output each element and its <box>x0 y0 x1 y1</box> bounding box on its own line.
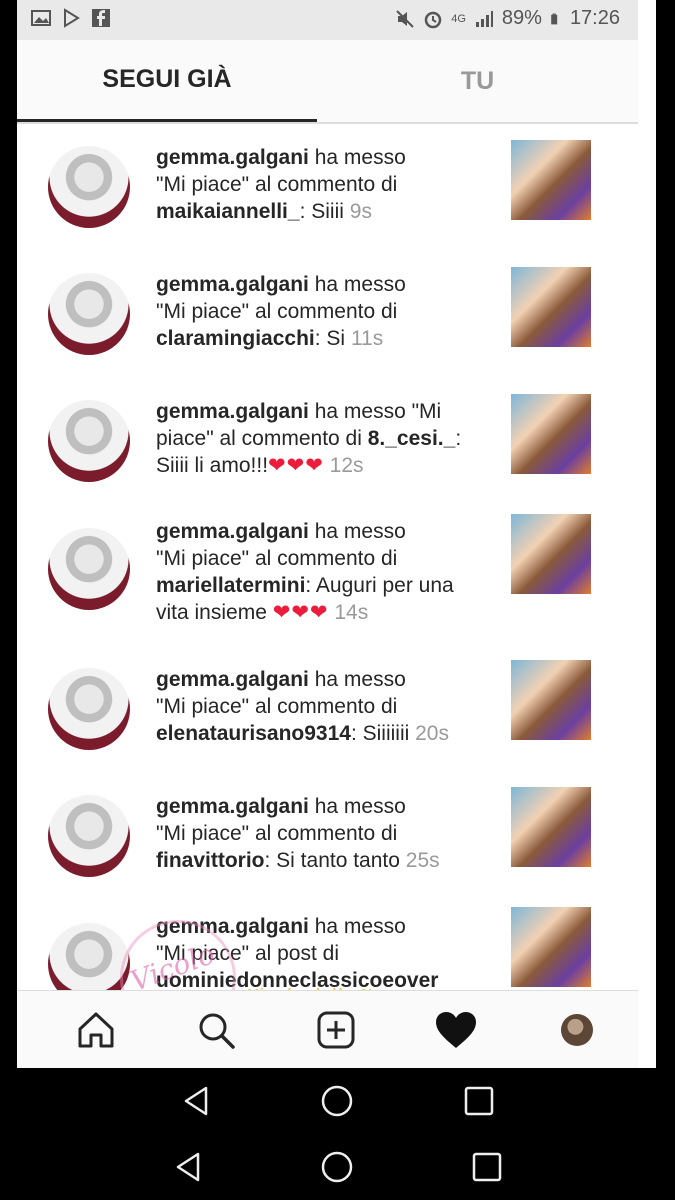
post-thumbnail[interactable] <box>511 267 591 347</box>
activity-text: gemma.galgani ha messo "Mi piace" al com… <box>156 271 496 352</box>
post-thumbnail[interactable] <box>511 787 591 867</box>
recent-apps-icon[interactable] <box>470 1150 504 1184</box>
clock: 17:26 <box>569 7 620 29</box>
action-text: piace" al commento di <box>156 427 368 450</box>
activity-text: gemma.galgani ha messo "Mi piace" al com… <box>156 144 496 225</box>
avatar[interactable] <box>48 795 130 877</box>
home-circle-icon[interactable] <box>320 1150 354 1184</box>
action-text: "Mi piace" al commento di <box>156 173 398 196</box>
tab-you[interactable]: TU <box>317 40 638 122</box>
tab-following[interactable]: SEGUI GIÀ <box>17 40 317 122</box>
android-navigation-bar <box>0 1068 675 1134</box>
signal-icon <box>475 10 493 27</box>
action-text: ha messo <box>308 520 406 543</box>
comment-author: maikaiannelli_ <box>156 200 300 223</box>
comment-author: finavittorio <box>156 849 265 872</box>
activity-text: gemma.galgani ha messo "Mi piace" al com… <box>156 793 496 874</box>
comment-author: elenataurisano9314 <box>156 722 351 745</box>
timestamp: 11s <box>350 327 384 350</box>
search-icon[interactable] <box>191 1005 241 1055</box>
back-icon[interactable] <box>180 1084 214 1118</box>
action-text: "Mi piace" al commento di <box>156 547 398 570</box>
profile-avatar[interactable] <box>552 1005 602 1055</box>
back-icon[interactable] <box>172 1150 206 1184</box>
username: gemma.galgani <box>156 795 309 818</box>
mute-icon <box>396 9 414 28</box>
activity-feed[interactable]: gemma.galgani ha messo "Mi piace" al com… <box>17 124 638 990</box>
action-text: ha messo <box>308 668 406 691</box>
activity-text: gemma.galgani ha messo "Mi piace" al pos… <box>156 913 496 990</box>
action-text: "Mi piace" al commento di <box>156 695 398 718</box>
avatar[interactable] <box>48 146 130 228</box>
username: gemma.galgani <box>156 668 309 691</box>
comment-text: : Auguri per una <box>305 574 454 597</box>
activity-heart-icon[interactable] <box>431 1005 481 1055</box>
timestamp: 9s <box>349 200 372 223</box>
heart-emoji: ❤❤❤ <box>268 454 324 477</box>
post-thumbnail[interactable] <box>511 907 591 987</box>
action-text: ha messo <box>308 146 406 169</box>
action-text: ha messo <box>308 273 406 296</box>
timestamp: 12s <box>329 454 364 477</box>
play-store-icon <box>64 8 80 28</box>
comment-text: vita insieme <box>156 601 267 624</box>
avatar[interactable] <box>48 668 130 750</box>
activity-text: gemma.galgani ha messo "Mi piace" al com… <box>156 518 496 626</box>
heart-emoji: ❤❤❤ <box>272 601 329 624</box>
comment-author: mariellatermini <box>156 574 306 597</box>
post-thumbnail[interactable] <box>511 140 591 220</box>
avatar[interactable] <box>48 400 130 482</box>
comment-author: 8._cesi._ <box>367 427 456 450</box>
post-thumbnail[interactable] <box>511 660 591 740</box>
bottom-navigation <box>17 990 638 1069</box>
action-text: ha messo <box>308 915 406 938</box>
home-circle-icon[interactable] <box>320 1084 354 1118</box>
timestamp: 20s <box>415 722 449 745</box>
username: gemma.galgani <box>156 273 309 296</box>
facebook-icon <box>92 9 110 27</box>
activity-text: gemma.galgani ha messo "Mi piace" al com… <box>156 666 496 747</box>
comment-text: Siiii li amo!!! <box>156 454 269 477</box>
comment-text: : Si tanto tanto <box>264 849 400 872</box>
action-text: "Mi piace" al commento di <box>156 300 398 323</box>
comment-text: : Siiii <box>299 200 344 223</box>
username: gemma.galgani <box>156 915 309 938</box>
avatar[interactable] <box>48 528 130 610</box>
comment-text: : Siiiiiii <box>350 722 410 745</box>
post-thumbnail[interactable] <box>511 514 591 594</box>
alarm-icon <box>424 11 442 28</box>
status-bar: 4G 89% 17:26 <box>17 0 638 40</box>
avatar[interactable] <box>48 273 130 355</box>
battery-percent: 89% <box>501 7 542 29</box>
timestamp: 25s <box>405 849 440 872</box>
action-text: "Mi piace" al post di <box>156 942 339 965</box>
action-text: "Mi piace" al commento di <box>156 822 398 845</box>
action-text: ha messo "Mi <box>308 400 442 423</box>
username: gemma.galgani <box>156 146 309 169</box>
username: gemma.galgani <box>156 400 309 423</box>
activity-text: gemma.galgani ha messo "Mi piace" al com… <box>156 400 462 477</box>
gallery-icon <box>31 10 51 26</box>
username: gemma.galgani <box>156 520 309 543</box>
add-post-icon[interactable] <box>311 1005 361 1055</box>
avatar[interactable] <box>48 923 130 990</box>
activity-tabs: SEGUI GIÀ TU <box>17 40 638 124</box>
post-thumbnail[interactable] <box>511 394 591 474</box>
comment-author: claramingiacchi <box>156 327 315 350</box>
timestamp: 14s <box>334 601 369 624</box>
battery-icon <box>551 13 558 24</box>
comment-text: : Si <box>314 327 346 350</box>
home-icon[interactable] <box>71 1005 121 1055</box>
network-type: 4G <box>451 12 466 25</box>
android-navigation-bar-secondary <box>0 1134 675 1200</box>
recent-apps-icon[interactable] <box>462 1084 496 1118</box>
action-text: ha messo <box>308 795 406 818</box>
